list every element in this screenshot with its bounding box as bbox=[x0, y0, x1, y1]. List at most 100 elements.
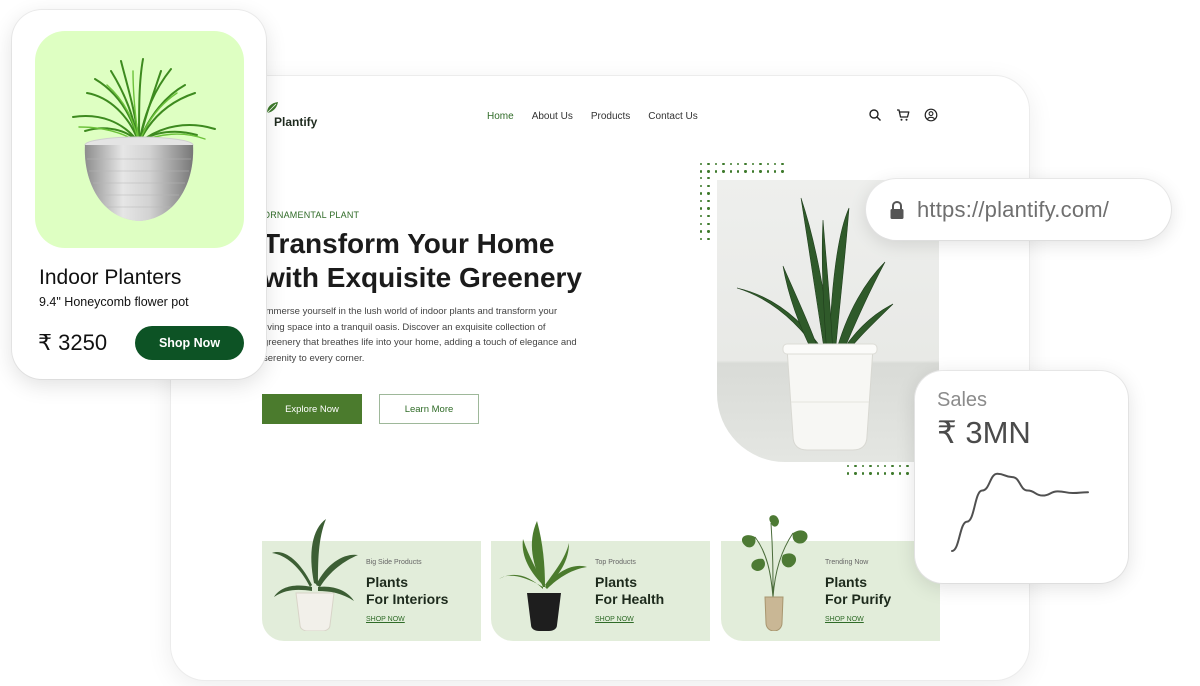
rubber-plant-icon bbox=[499, 521, 587, 631]
learn-more-button[interactable]: Learn More bbox=[379, 394, 479, 424]
product-image bbox=[35, 31, 244, 248]
category-text: Big Side Products Plants For Interiors S… bbox=[366, 559, 448, 626]
sales-card: Sales ₹ 3MN bbox=[915, 371, 1128, 583]
hero-description: Immerse yourself in the lush world of in… bbox=[263, 306, 577, 364]
category-title: Plants For Purify bbox=[825, 574, 891, 608]
category-kicker: Trending Now bbox=[825, 559, 869, 566]
hero-eyebrow: ORNAMENTAL PLANT bbox=[263, 210, 360, 220]
decor-dot bbox=[773, 163, 777, 166]
decor-dot bbox=[729, 163, 732, 166]
decor-dot bbox=[891, 472, 894, 475]
nav-contact-us[interactable]: Contact Us bbox=[648, 111, 697, 122]
category-shop-now-link[interactable]: SHOP NOW bbox=[366, 616, 405, 623]
category-title: Plants For Health bbox=[595, 574, 664, 608]
decor-dot bbox=[906, 472, 909, 475]
shop-now-button[interactable]: Shop Now bbox=[135, 326, 244, 360]
decor-dot bbox=[707, 230, 710, 233]
decor-dot bbox=[714, 170, 718, 173]
decor-dot bbox=[707, 192, 710, 195]
decor-dot bbox=[700, 222, 703, 225]
url-text: https://plantify.com/ bbox=[917, 196, 1110, 222]
hero-title-line-1: Transform Your Home bbox=[263, 228, 555, 259]
decor-dot bbox=[898, 472, 902, 475]
decor-dot bbox=[744, 170, 747, 173]
decor-dot bbox=[707, 199, 710, 203]
decor-dot bbox=[736, 163, 740, 166]
decor-dot bbox=[707, 177, 710, 180]
sales-value: ₹ 3MN bbox=[937, 415, 1031, 450]
category-shop-now-link[interactable]: SHOP NOW bbox=[825, 616, 864, 623]
decor-dot bbox=[736, 170, 740, 173]
category-title: Plants For Interiors bbox=[366, 574, 448, 608]
decor-dot bbox=[854, 472, 857, 475]
category-card-interiors[interactable]: Big Side Products Plants For Interiors S… bbox=[262, 519, 481, 641]
category-shop-now-link[interactable]: SHOP NOW bbox=[595, 616, 634, 623]
decor-dot bbox=[700, 170, 703, 173]
search-icon[interactable] bbox=[868, 108, 882, 122]
decor-dot bbox=[898, 465, 902, 468]
main-nav: Home About Us Products Contact Us bbox=[487, 111, 698, 122]
hero-title-line-2: with Exquisite Greenery bbox=[263, 262, 582, 293]
decor-dot bbox=[722, 170, 725, 173]
nav-products[interactable]: Products bbox=[591, 111, 630, 122]
cart-icon[interactable] bbox=[896, 108, 910, 122]
category-card-health[interactable]: Top Products Plants For Health SHOP NOW bbox=[491, 521, 710, 641]
decor-dot bbox=[751, 170, 755, 173]
decor-dot bbox=[766, 163, 769, 166]
website-preview: Plantify Home About Us Products Contact … bbox=[171, 76, 1029, 680]
decor-dot bbox=[700, 177, 703, 180]
sales-label: Sales bbox=[937, 389, 988, 411]
decor-dot bbox=[847, 465, 850, 468]
decor-dots-left bbox=[700, 177, 715, 245]
category-kicker: Big Side Products bbox=[366, 559, 422, 566]
decor-dot bbox=[722, 163, 725, 166]
decor-dot bbox=[781, 170, 784, 173]
decor-dot bbox=[861, 472, 865, 475]
category-title-line-1: Plants bbox=[825, 574, 868, 590]
decor-dot bbox=[707, 207, 710, 210]
category-text: Trending Now Plants For Purify SHOP NOW bbox=[825, 559, 891, 626]
grass-plant-illustration bbox=[72, 58, 216, 221]
explore-now-button[interactable]: Explore Now bbox=[262, 394, 362, 424]
decor-dot bbox=[869, 472, 872, 475]
leaf-logo-icon bbox=[266, 102, 278, 114]
decor-dot bbox=[766, 170, 769, 173]
decor-dot bbox=[883, 472, 887, 475]
brand-name: Plantify bbox=[274, 115, 318, 129]
decor-dot bbox=[707, 163, 710, 166]
decor-dot bbox=[700, 199, 703, 203]
decor-dot bbox=[714, 163, 718, 166]
category-kicker: Top Products bbox=[595, 559, 636, 566]
decor-dots-bottom bbox=[847, 465, 914, 480]
nav-home[interactable]: Home bbox=[487, 111, 514, 122]
brand-logo[interactable]: Plantify bbox=[265, 102, 318, 129]
decor-dot bbox=[707, 170, 710, 173]
decor-dot bbox=[891, 465, 894, 468]
lock-icon bbox=[890, 200, 904, 219]
decor-dot bbox=[759, 170, 762, 173]
alocasia-plant-icon bbox=[741, 515, 808, 631]
decor-dot bbox=[700, 230, 703, 233]
user-icon[interactable] bbox=[924, 108, 938, 122]
category-title-line-2: For Interiors bbox=[366, 591, 449, 607]
sales-trend-line bbox=[951, 472, 1089, 552]
product-name: Indoor Planters bbox=[39, 266, 182, 289]
product-price: ₹ 3250 bbox=[38, 330, 108, 355]
decor-dot bbox=[854, 465, 857, 468]
decor-dot bbox=[707, 222, 710, 225]
decor-dot bbox=[876, 472, 879, 475]
decor-dot bbox=[781, 163, 784, 166]
decor-dot bbox=[883, 465, 887, 468]
calathea-plant-icon bbox=[272, 519, 358, 631]
decor-dot bbox=[700, 184, 703, 187]
decor-dot bbox=[861, 465, 865, 468]
nav-icons bbox=[868, 108, 938, 122]
decor-dot bbox=[773, 170, 777, 173]
category-title-line-2: For Health bbox=[595, 591, 665, 607]
decor-dot bbox=[906, 465, 909, 468]
nav-about-us[interactable]: About Us bbox=[532, 111, 573, 122]
decor-dot bbox=[751, 163, 755, 166]
url-bar[interactable]: https://plantify.com/ bbox=[866, 179, 1171, 240]
category-card-purify[interactable]: Trending Now Plants For Purify SHOP NOW bbox=[721, 515, 940, 641]
category-title-line-1: Plants bbox=[366, 574, 409, 590]
